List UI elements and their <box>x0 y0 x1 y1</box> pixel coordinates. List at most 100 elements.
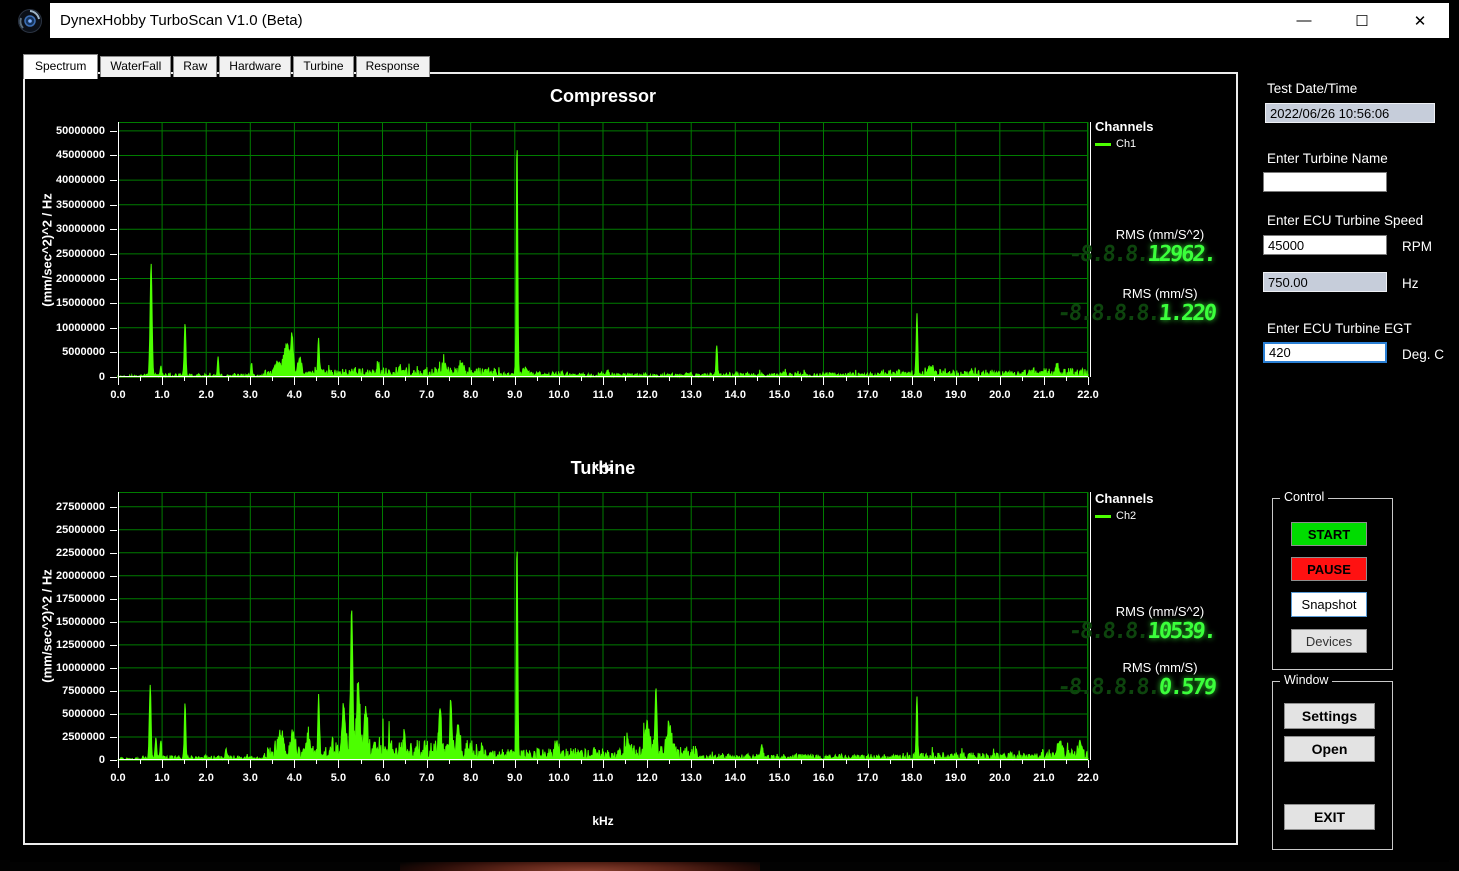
x-tick-mark <box>383 760 384 768</box>
x-tick-mark <box>890 760 891 764</box>
hz-unit-label: Hz <box>1402 276 1419 291</box>
minimize-button[interactable]: — <box>1275 3 1333 38</box>
x-tick-label: 21.0 <box>1033 772 1054 784</box>
y-tick-label: 12500000 <box>56 639 105 651</box>
x-tick-mark <box>669 377 670 381</box>
x-tick-label: 6.0 <box>375 772 390 784</box>
window-controls: — ☐ ✕ <box>1275 3 1449 38</box>
x-tick-label: 22.0 <box>1077 389 1098 401</box>
close-button[interactable]: ✕ <box>1391 3 1449 38</box>
y-tick-label: 15000000 <box>56 297 105 309</box>
y-tick-mark <box>110 714 117 715</box>
x-tick-label: 8.0 <box>463 389 478 401</box>
turbine-rms-vel-display: -8.8.8.8.0.579 <box>1046 675 1216 700</box>
tab-hardware[interactable]: Hardware <box>219 56 291 77</box>
legend-title: Channels <box>1095 491 1154 506</box>
x-tick-mark <box>603 760 604 768</box>
x-tick-label: 1.0 <box>154 772 169 784</box>
compressor-rms-accel-label: RMS (mm/S^2) <box>1085 227 1235 242</box>
degc-unit-label: Deg. C <box>1402 347 1444 362</box>
ecu-speed-label: Enter ECU Turbine Speed <box>1267 213 1423 228</box>
tab-response[interactable]: Response <box>356 56 430 77</box>
x-tick-mark <box>206 760 207 768</box>
y-tick-mark <box>110 760 117 761</box>
x-tick-mark <box>581 377 582 381</box>
maximize-button[interactable]: ☐ <box>1333 3 1391 38</box>
x-tick-mark <box>361 377 362 381</box>
x-tick-label: 8.0 <box>463 772 478 784</box>
x-tick-label: 3.0 <box>243 389 258 401</box>
series-color-swatch <box>1095 515 1111 518</box>
window-title: DynexHobby TurboScan V1.0 (Beta) <box>60 3 303 38</box>
x-tick-label: 11.0 <box>593 389 614 401</box>
app-window: DynexHobby TurboScan V1.0 (Beta) — ☐ ✕ S… <box>10 3 1449 862</box>
x-tick-mark <box>449 377 450 381</box>
test-datetime-field <box>1265 103 1435 123</box>
tab-waterfall[interactable]: WaterFall <box>100 56 171 77</box>
exit-button[interactable]: EXIT <box>1284 804 1375 830</box>
y-tick-mark <box>110 622 117 623</box>
x-tick-mark <box>383 377 384 385</box>
x-tick-mark <box>735 377 736 385</box>
settings-button[interactable]: Settings <box>1284 703 1375 729</box>
x-tick-mark <box>184 377 185 381</box>
turbine-legend: Channels Ch2 <box>1095 491 1154 522</box>
speed-hz-field <box>1263 272 1387 292</box>
tab-strip: Spectrum WaterFall Raw Hardware Turbine … <box>23 54 432 77</box>
x-tick-mark <box>713 377 714 381</box>
y-tick-label: 5000000 <box>62 708 105 720</box>
x-tick-label: 14.0 <box>725 772 746 784</box>
x-tick-mark <box>603 377 604 385</box>
open-button[interactable]: Open <box>1284 736 1375 762</box>
y-tick-mark <box>110 576 117 577</box>
x-tick-mark <box>250 377 251 385</box>
y-tick-mark <box>110 254 117 255</box>
devices-button[interactable]: Devices <box>1291 629 1367 653</box>
x-tick-label: 15.0 <box>769 389 790 401</box>
app-icon <box>10 3 50 38</box>
x-tick-mark <box>294 377 295 385</box>
y-tick-mark <box>110 377 117 378</box>
led-unlit-digits: -8.8.8. <box>1068 619 1149 644</box>
x-tick-mark <box>1088 377 1089 385</box>
x-tick-label: 1.0 <box>154 389 169 401</box>
x-tick-mark <box>228 760 229 764</box>
y-tick-mark <box>110 668 117 669</box>
window-group-label: Window <box>1280 673 1332 687</box>
turbine-name-input[interactable] <box>1263 172 1387 192</box>
pause-button[interactable]: PAUSE <box>1291 557 1367 581</box>
x-tick-label: 10.0 <box>548 389 569 401</box>
compressor-chart-title: Compressor <box>118 86 1088 107</box>
x-tick-mark <box>471 760 472 768</box>
x-tick-mark <box>1066 377 1067 381</box>
rpm-unit-label: RPM <box>1402 239 1432 254</box>
x-tick-label: 7.0 <box>419 389 434 401</box>
y-tick-label: 25000000 <box>56 248 105 260</box>
x-tick-mark <box>647 377 648 385</box>
start-button[interactable]: START <box>1291 522 1367 546</box>
x-tick-mark <box>427 760 428 768</box>
y-tick-label: 25000000 <box>56 524 105 536</box>
x-tick-mark <box>647 760 648 768</box>
y-tick-label: 20000000 <box>56 273 105 285</box>
snapshot-button[interactable]: Snapshot <box>1291 592 1367 617</box>
x-tick-mark <box>779 760 780 768</box>
tab-spectrum[interactable]: Spectrum <box>23 54 98 79</box>
x-tick-mark <box>956 760 957 768</box>
x-tick-mark <box>515 760 516 768</box>
compressor-rms-vel-label: RMS (mm/S) <box>1085 286 1235 301</box>
led-unlit-digits: -8.8.8. <box>1068 242 1149 267</box>
ecu-speed-input[interactable] <box>1263 235 1387 255</box>
y-tick-label: 2500000 <box>62 731 105 743</box>
y-tick-label: 20000000 <box>56 570 105 582</box>
tab-turbine[interactable]: Turbine <box>293 56 353 77</box>
x-tick-mark <box>912 760 913 768</box>
x-tick-mark <box>868 760 869 768</box>
x-tick-label: 12.0 <box>636 772 657 784</box>
turbine-plot-area: 0250000050000007500000100000001250000015… <box>118 492 1088 760</box>
ecu-egt-input[interactable] <box>1263 342 1387 363</box>
led-lit-digits: 0.579 <box>1158 675 1216 700</box>
tab-raw[interactable]: Raw <box>173 56 217 77</box>
x-tick-label: 11.0 <box>593 772 614 784</box>
series-name: Ch1 <box>1116 138 1136 150</box>
